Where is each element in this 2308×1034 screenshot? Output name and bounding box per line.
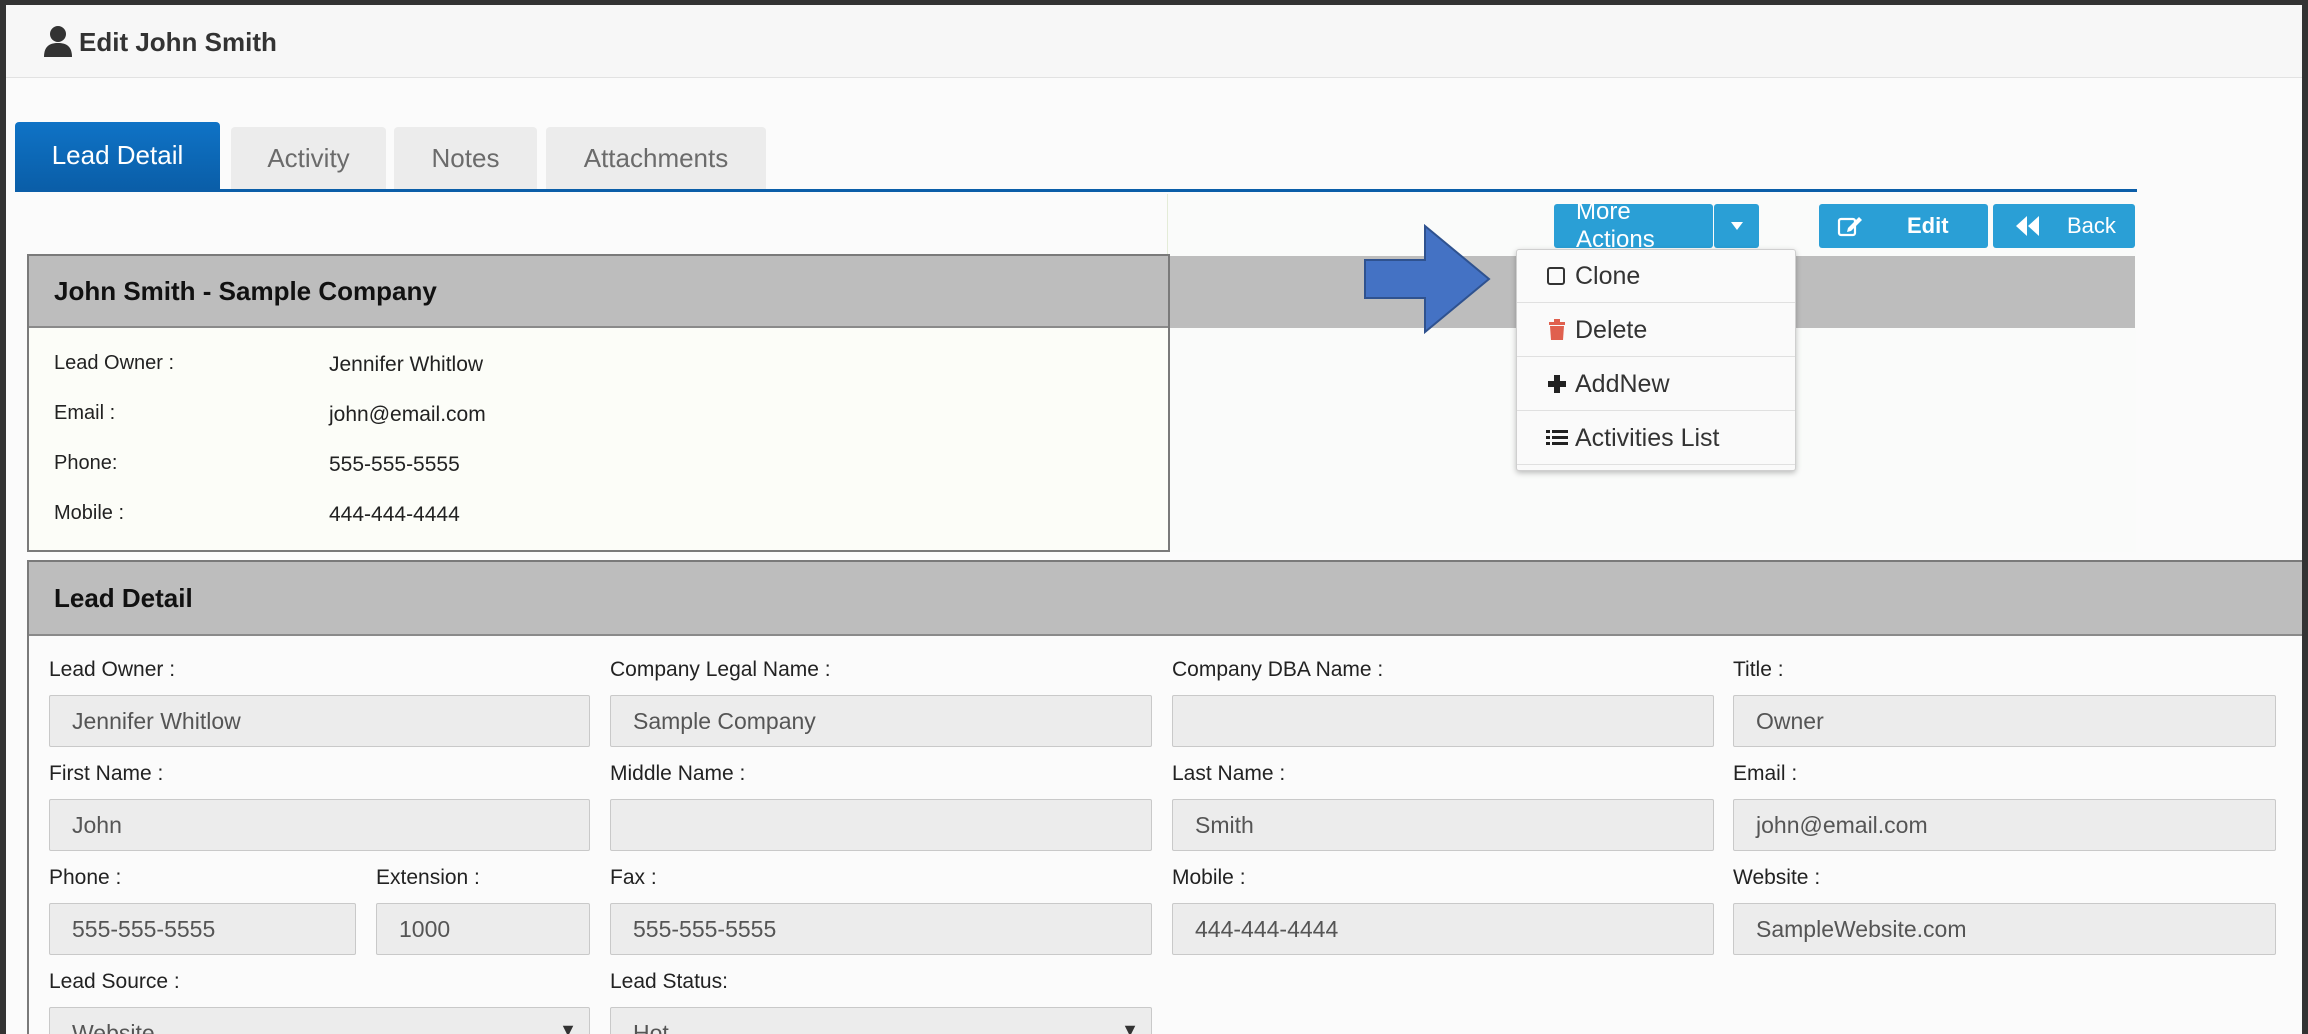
backward-icon bbox=[2016, 216, 2039, 236]
mobile-field[interactable]: 444-444-4444 bbox=[1172, 903, 1714, 955]
trash-icon bbox=[1549, 319, 1565, 340]
lead-status-label: Lead Status: bbox=[610, 970, 728, 993]
title-label: Title : bbox=[1733, 658, 1784, 681]
title-field[interactable]: Owner bbox=[1733, 695, 2276, 747]
summary-value-phone: 555-555-5555 bbox=[329, 453, 460, 476]
summary-label-email: Email : bbox=[54, 402, 116, 424]
lead-source-value: Website bbox=[72, 1019, 155, 1034]
menu-item-label: Activities List bbox=[1575, 423, 1720, 452]
fax-label: Fax : bbox=[610, 866, 657, 889]
summary-value-email: john@email.com bbox=[329, 403, 486, 426]
summary-panel: John Smith - Sample Company Lead Owner :… bbox=[27, 254, 1170, 552]
tab-underline bbox=[15, 189, 2137, 192]
back-button[interactable]: Back bbox=[1993, 204, 2135, 248]
menu-item-activities-list[interactable]: Activities List bbox=[1517, 412, 1795, 465]
lead-owner-field[interactable]: Jennifer Whitlow bbox=[49, 695, 590, 747]
extension-label: Extension : bbox=[376, 866, 480, 889]
summary-value-lead-owner: Jennifer Whitlow bbox=[329, 353, 484, 376]
company-legal-name-field[interactable]: Sample Company bbox=[610, 695, 1152, 747]
middle-name-field[interactable] bbox=[610, 799, 1152, 851]
back-label: Back bbox=[2067, 213, 2116, 238]
tab-notes[interactable]: Notes bbox=[394, 127, 537, 189]
edit-label: Edit bbox=[1907, 213, 1949, 238]
tab-activity[interactable]: Activity bbox=[231, 127, 386, 189]
lead-owner-label: Lead Owner : bbox=[49, 658, 176, 681]
extension-field[interactable]: 1000 bbox=[376, 903, 590, 955]
select-arrow-icon: ▼ bbox=[559, 1020, 577, 1034]
summary-label-phone: Phone: bbox=[54, 452, 118, 474]
first-name-label: First Name : bbox=[49, 762, 164, 785]
fax-field[interactable]: 555-555-5555 bbox=[610, 903, 1152, 955]
more-actions-button[interactable]: More Actions bbox=[1554, 198, 1713, 253]
caret-down-icon bbox=[1730, 222, 1743, 230]
menu-item-label: Delete bbox=[1575, 315, 1648, 344]
summary-value-mobile: 444-444-4444 bbox=[329, 503, 460, 526]
tab-lead-detail[interactable]: Lead Detail bbox=[15, 122, 220, 189]
summary-title: John Smith - Sample Company bbox=[29, 256, 1168, 328]
menu-item-delete[interactable]: Delete bbox=[1517, 304, 1795, 357]
page: Edit John Smith Lead Detail Activity Not… bbox=[6, 5, 2302, 1034]
email-label: Email : bbox=[1733, 762, 1798, 785]
first-name-field[interactable]: John bbox=[49, 799, 590, 851]
page-header: Edit John Smith bbox=[6, 5, 2302, 78]
select-arrow-icon: ▼ bbox=[1121, 1020, 1139, 1034]
lead-status-value: Hot bbox=[633, 1019, 669, 1034]
list-icon bbox=[1546, 430, 1568, 445]
mobile-label: Mobile : bbox=[1172, 866, 1246, 889]
last-name-field[interactable]: Smith bbox=[1172, 799, 1714, 851]
menu-item-label: AddNew bbox=[1575, 369, 1670, 398]
lead-detail-title: Lead Detail bbox=[29, 562, 2302, 636]
website-label: Website : bbox=[1733, 866, 1821, 889]
lead-source-select[interactable]: Website ▼ bbox=[49, 1007, 590, 1034]
plus-icon bbox=[1548, 375, 1566, 393]
edit-icon bbox=[1837, 217, 1862, 237]
more-actions-menu: Clone Delete AddNew Activities List bbox=[1516, 249, 1796, 471]
email-field[interactable]: john@email.com bbox=[1733, 799, 2276, 851]
menu-item-addnew[interactable]: AddNew bbox=[1517, 358, 1795, 411]
edit-button[interactable]: Edit bbox=[1819, 204, 1988, 248]
tab-attachments[interactable]: Attachments bbox=[546, 127, 766, 189]
company-legal-name-label: Company Legal Name : bbox=[610, 658, 831, 681]
company-dba-name-field[interactable] bbox=[1172, 695, 1714, 747]
summary-label-lead-owner: Lead Owner : bbox=[54, 352, 175, 374]
phone-field[interactable]: 555-555-5555 bbox=[49, 903, 356, 955]
menu-item-clone[interactable]: Clone bbox=[1517, 250, 1795, 303]
summary-label-mobile: Mobile : bbox=[54, 502, 125, 524]
middle-name-label: Middle Name : bbox=[610, 762, 746, 785]
menu-item-label: Clone bbox=[1575, 261, 1641, 290]
last-name-label: Last Name : bbox=[1172, 762, 1286, 785]
checkbox-icon bbox=[1547, 267, 1565, 285]
lead-status-select[interactable]: Hot ▼ bbox=[610, 1007, 1152, 1034]
page-title: Edit John Smith bbox=[79, 27, 277, 57]
user-icon bbox=[44, 26, 72, 57]
website-field[interactable]: SampleWebsite.com bbox=[1733, 903, 2276, 955]
lead-source-label: Lead Source : bbox=[49, 970, 180, 993]
company-dba-name-label: Company DBA Name : bbox=[1172, 658, 1384, 681]
more-actions-caret[interactable] bbox=[1714, 204, 1759, 248]
phone-label: Phone : bbox=[49, 866, 122, 889]
lead-detail-panel: Lead Detail Lead Owner : Jennifer Whitlo… bbox=[27, 560, 2302, 1034]
arrow-right-icon bbox=[1364, 224, 1491, 334]
